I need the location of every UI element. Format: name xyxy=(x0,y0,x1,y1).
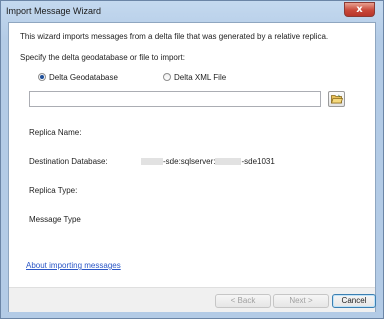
button-bar: < Back Next > Cancel xyxy=(9,287,376,312)
next-button[interactable]: Next > xyxy=(273,294,329,308)
radio-delta-geodatabase[interactable]: Delta Geodatabase xyxy=(38,72,148,84)
intro-text: This wizard imports messages from a delt… xyxy=(20,32,329,41)
replica-name-label: Replica Name: xyxy=(29,128,82,137)
radio-indicator-unselected[interactable] xyxy=(163,73,171,81)
back-button[interactable]: < Back xyxy=(215,294,271,308)
window-title: Import Message Wizard xyxy=(6,6,102,16)
destination-database-value: -sde:sqlserver: -sde1031 xyxy=(141,157,275,166)
redacted-block xyxy=(141,158,163,166)
wizard-window: Import Message Wizard x This wizard impo… xyxy=(0,0,384,319)
destination-database-label: Destination Database: xyxy=(29,157,108,166)
radio-label: Delta Geodatabase xyxy=(49,73,118,82)
destination-value-part1: -sde:sqlserver: xyxy=(163,157,216,166)
about-importing-messages-link[interactable]: About importing messages xyxy=(26,261,121,270)
close-icon: x xyxy=(356,4,363,15)
title-bar[interactable]: Import Message Wizard x xyxy=(1,1,383,23)
source-prompt: Specify the delta geodatabase or file to… xyxy=(20,53,185,62)
delta-path-input[interactable] xyxy=(29,91,321,107)
radio-indicator-selected[interactable] xyxy=(38,73,46,81)
radio-label: Delta XML File xyxy=(174,73,227,82)
browse-button[interactable] xyxy=(328,91,345,107)
cancel-button[interactable]: Cancel xyxy=(332,294,376,308)
wizard-body: This wizard imports messages from a delt… xyxy=(8,22,376,312)
message-type-label: Message Type xyxy=(29,215,81,224)
open-folder-icon xyxy=(331,94,343,104)
destination-value-part2: -sde1031 xyxy=(241,157,275,166)
redacted-block xyxy=(215,158,242,166)
replica-type-label: Replica Type: xyxy=(29,186,78,195)
radio-delta-xml-file[interactable]: Delta XML File xyxy=(163,72,263,84)
close-button[interactable]: x xyxy=(344,2,375,17)
